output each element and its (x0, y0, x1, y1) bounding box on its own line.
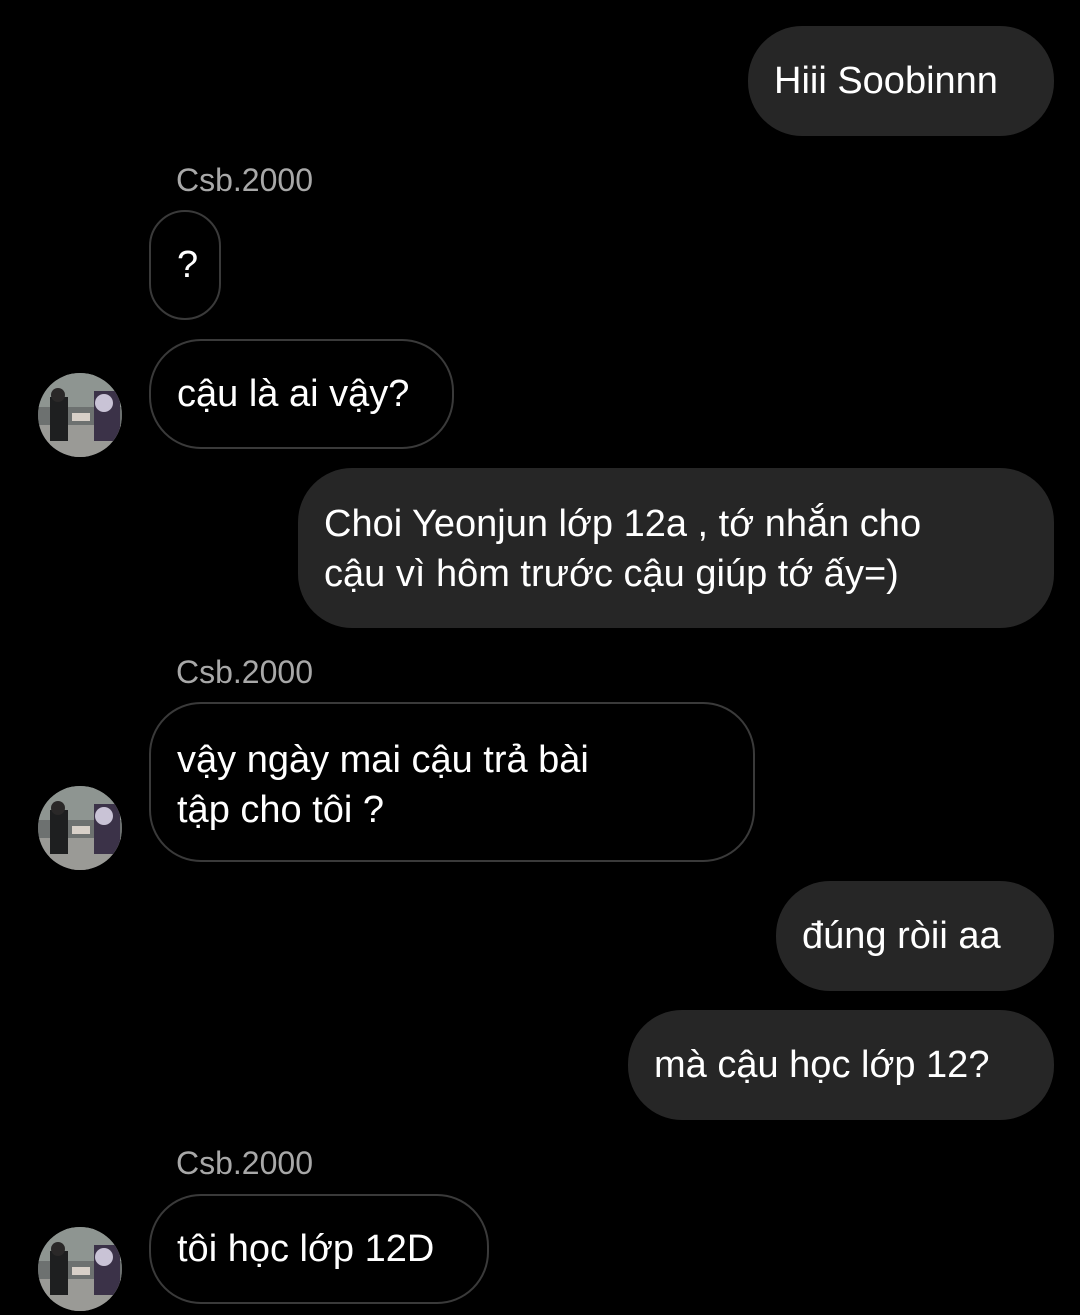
message-text: ? (177, 244, 199, 286)
message-text: mà cậu học lớp 12? (654, 1044, 990, 1086)
avatar-photo-icon (38, 786, 122, 870)
message-text-line: vậy ngày mai cậu trả bài (177, 739, 589, 781)
avatar-photo-icon (38, 373, 122, 457)
message-text-line: cậu vì hôm trước cậu giúp tớ ấy=) (324, 553, 899, 595)
avatar-photo-icon (38, 1227, 122, 1311)
outgoing-message[interactable]: đúng ròii aa (776, 881, 1054, 991)
contact-avatar[interactable] (38, 786, 122, 870)
incoming-message[interactable]: cậu là ai vậy? (149, 339, 454, 449)
message-text: Hiii Soobinnn (774, 60, 998, 102)
outgoing-message[interactable]: Choi Yeonjun lớp 12a , tớ nhắn cho cậu v… (298, 468, 1054, 628)
outgoing-message[interactable]: Hiii Soobinnn (748, 26, 1054, 136)
incoming-message[interactable]: ? (149, 210, 221, 320)
sender-name: Csb.2000 (176, 162, 313, 198)
sender-name: Csb.2000 (176, 654, 313, 690)
contact-avatar[interactable] (38, 373, 122, 457)
message-text: tôi học lớp 12D (177, 1228, 435, 1270)
outgoing-message[interactable]: mà cậu học lớp 12? (628, 1010, 1054, 1120)
incoming-message[interactable]: tôi học lớp 12D (149, 1194, 489, 1304)
message-text: đúng ròii aa (802, 915, 1001, 957)
message-text: cậu là ai vậy? (177, 373, 410, 415)
contact-avatar[interactable] (38, 1227, 122, 1311)
incoming-message[interactable]: vậy ngày mai cậu trả bài tập cho tôi ? (149, 702, 755, 862)
message-text-line: tập cho tôi ? (177, 789, 385, 831)
message-text-line: Choi Yeonjun lớp 12a , tớ nhắn cho (324, 503, 922, 545)
sender-name: Csb.2000 (176, 1145, 313, 1181)
